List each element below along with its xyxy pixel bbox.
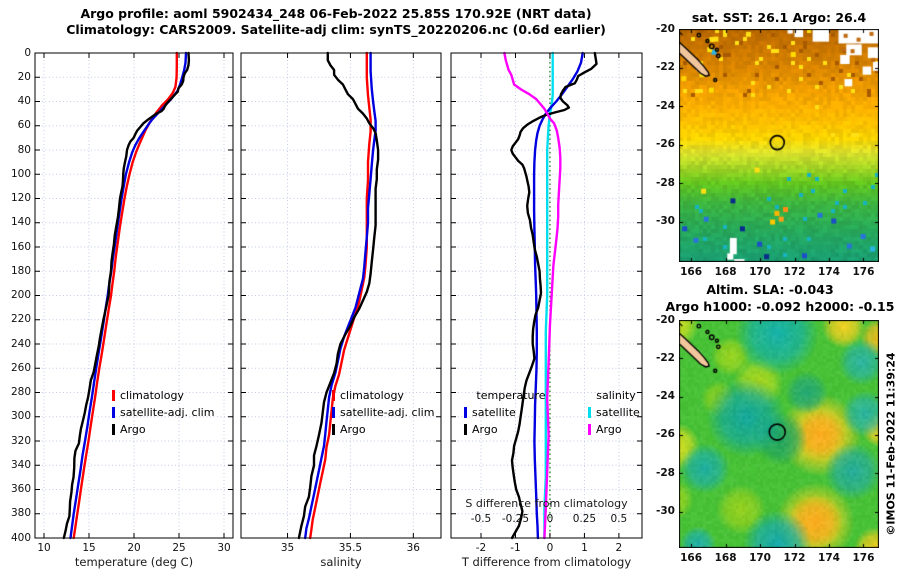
map-x-tick-label: 166: [680, 552, 703, 564]
legend-label: satellite-adj. clim: [340, 406, 435, 419]
sla-title-line1: Altim. SLA: -0.043: [706, 282, 834, 297]
map-y-tick-label: -30: [656, 505, 675, 518]
map-x-tick-label: 166: [680, 266, 703, 278]
depth-tick-label: 120: [10, 192, 31, 204]
legend-label: Argo: [340, 423, 366, 436]
legend-entry: satellite-adj. clim: [332, 406, 434, 419]
depth-tick-label: 180: [10, 264, 31, 277]
map-x-tick-label: 174: [818, 266, 840, 278]
depth-tick-label: 260: [10, 361, 31, 374]
map-y-tick-label: -26: [656, 138, 675, 151]
map-x-tick-label: 170: [749, 266, 771, 278]
legend-header: temperature: [476, 389, 546, 402]
legend-label: Argo: [596, 423, 622, 436]
x-tick-label: 15: [82, 542, 96, 554]
depth-tick-label: 400: [10, 531, 31, 544]
depth-tick-label: 80: [17, 143, 31, 156]
legend-mark: [464, 407, 467, 418]
depth-tick-label: 20: [17, 70, 31, 83]
map-x-tick-label: 170: [749, 552, 771, 564]
legend-label: satellite: [596, 406, 640, 419]
map-y-tick-label: -28: [656, 176, 675, 189]
depth-tick-label: 360: [10, 483, 31, 495]
depth-tick-label: 380: [10, 507, 31, 520]
legend-mark: [112, 407, 115, 418]
figure: Argo profile: aoml 5902434_248 06-Feb-20…: [0, 0, 900, 580]
legend-mark: [588, 424, 591, 435]
legend-mark: [332, 424, 335, 435]
series-Argo: [297, 51, 380, 540]
x-tick-label: 35: [280, 542, 295, 554]
legend-entry: climatology: [112, 389, 184, 402]
depth-tick-label: 300: [10, 410, 31, 423]
s-tick-label: 0.5: [610, 513, 628, 525]
depth-tick-label: 0: [24, 46, 31, 59]
map-y-tick-label: -24: [656, 390, 675, 403]
x-tick-label: 30: [217, 542, 231, 554]
legend-label: climatology: [340, 389, 404, 402]
legend-mark: [588, 407, 591, 418]
map-y-tick-label: -24: [656, 99, 675, 112]
map-y-tick-label: -28: [656, 466, 675, 479]
legend-mark: [112, 424, 115, 435]
map-x-tick-label: 174: [818, 552, 840, 564]
x-tick-label: 20: [127, 542, 141, 554]
map-x-tick-label: 172: [783, 552, 806, 564]
imos-credit: ©IMOS 11-Feb-2022 11:39:24: [884, 352, 898, 536]
legend-entry: satellite: [588, 406, 640, 419]
map-y-tick-label: -22: [656, 61, 675, 73]
legend-entry: Argo: [332, 423, 366, 436]
depth-tick-label: 220: [10, 313, 31, 326]
depth-tick-label: 200: [10, 289, 31, 301]
panel-box: [240, 52, 442, 539]
map-x-tick-label: 168: [714, 266, 737, 278]
map-y-tick-label: -26: [656, 428, 675, 441]
sst-map-canvas: [679, 29, 879, 262]
depth-tick-label: 160: [10, 240, 31, 253]
legend-entry: satellite-adj. clim: [112, 406, 214, 419]
sla-title-line2: Argo h1000: -0.092 h2000: -0.15: [665, 299, 895, 314]
depth-tick-label: 140: [10, 216, 31, 229]
x-tick-label: 2: [615, 542, 623, 554]
legend-entry: Argo: [112, 423, 146, 436]
sla-map-canvas: [679, 320, 879, 548]
map-x-tick-label: 176: [852, 266, 875, 278]
t-difference-axis-label: T difference from climatology: [461, 555, 632, 569]
map-y-tick-label: -30: [656, 215, 675, 228]
legend-label: Argo: [120, 423, 146, 436]
legend-mark: [464, 424, 467, 435]
depth-tick-label: 60: [17, 119, 31, 132]
legend-header: salinity: [596, 389, 636, 402]
legend-entry: Argo: [464, 423, 498, 436]
legend-label: climatology: [120, 389, 184, 402]
legend-entry: climatology: [332, 389, 404, 402]
legend-label: satellite: [472, 406, 516, 419]
depth-tick-label: 100: [10, 167, 31, 180]
depth-tick-label: 40: [17, 95, 31, 107]
legend-entry: Argo: [588, 423, 622, 436]
s-difference-axis-label: S difference from climatology: [465, 497, 628, 510]
depth-tick-label: 240: [10, 337, 31, 350]
depth-tick-label: 340: [10, 458, 31, 471]
sst-map-title: sat. SST: 26.1 Argo: 26.4: [691, 10, 867, 25]
temperature-axis-label: temperature (deg C): [74, 555, 194, 569]
legend-entry: satellite: [464, 406, 516, 419]
legend-label: Argo: [472, 423, 498, 436]
salinity-axis-label: salinity: [320, 555, 362, 569]
legend-mark: [332, 390, 335, 401]
map-x-tick-label: 172: [783, 266, 806, 278]
x-tick-label: 35.5: [338, 542, 363, 554]
legend-mark: [332, 407, 335, 418]
map-y-tick-label: -20: [656, 313, 675, 326]
map-y-tick-label: -22: [656, 351, 675, 364]
legend-mark: [112, 390, 115, 401]
x-tick-label: 25: [172, 542, 186, 554]
map-x-tick-label: 176: [852, 552, 875, 564]
legend-label: satellite-adj. clim: [120, 406, 215, 419]
x-tick-label: 36: [406, 542, 420, 554]
depth-tick-label: 320: [10, 434, 31, 447]
depth-tick-label: 280: [10, 386, 31, 398]
map-x-tick-label: 168: [714, 552, 737, 564]
x-tick-label: 10: [37, 542, 51, 554]
